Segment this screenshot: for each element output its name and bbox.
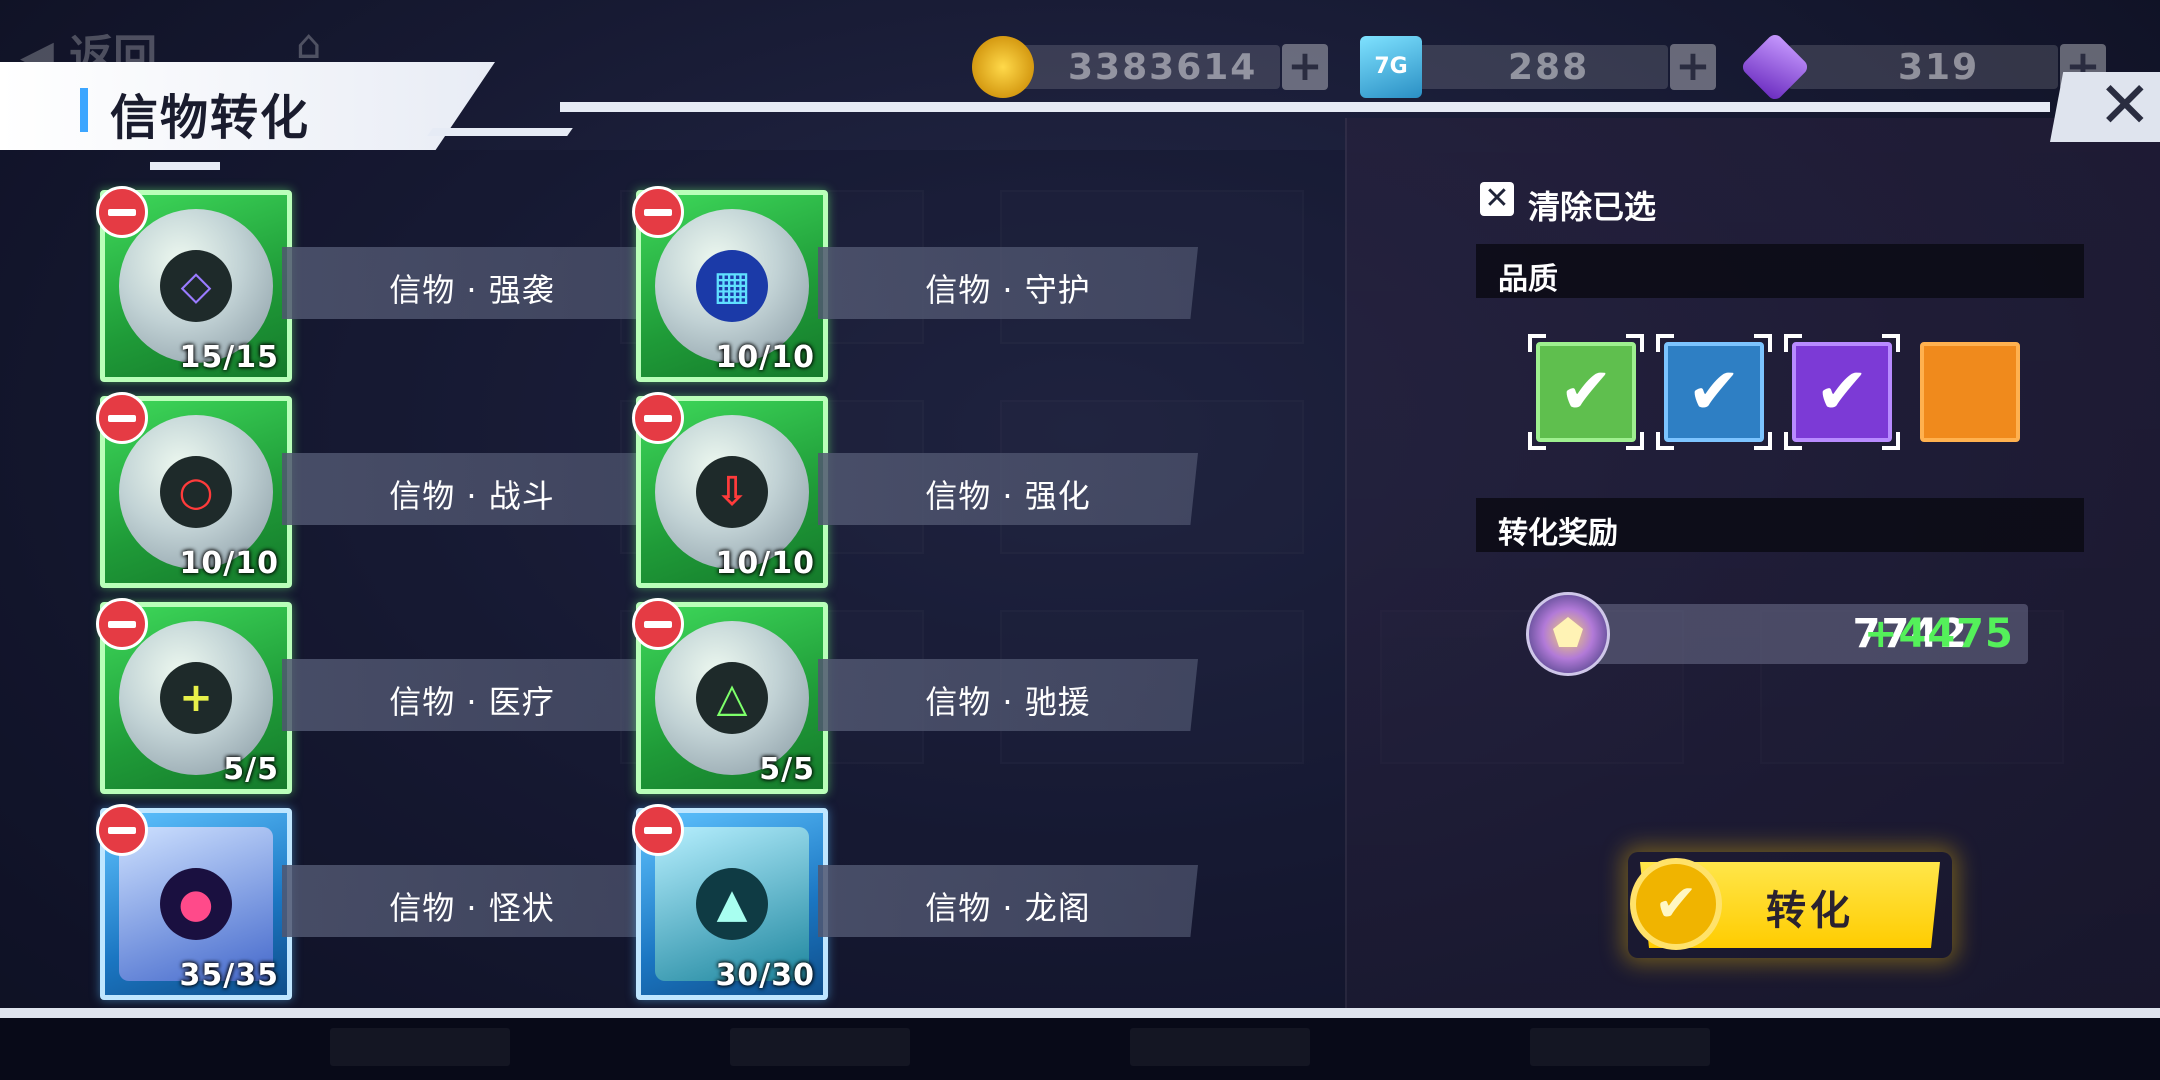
quality-purple-toggle[interactable]: ✔ (1792, 342, 1892, 442)
token-symbol-icon: △ (716, 675, 748, 721)
token-name: 信物 · 龙阁 (925, 889, 1091, 927)
token-symbol-icon: + (179, 675, 213, 721)
token-name: 信物 · 守护 (925, 271, 1091, 309)
header-stripe (560, 102, 2050, 112)
screen: ◀ 返回 ⌂ 3383614 + 7G 288 + 319 + 信物转化 ✕ ◇… (0, 0, 2160, 1080)
remove-button[interactable] (632, 804, 684, 856)
add-gold-button[interactable]: + (1282, 44, 1328, 90)
quality-header: 品质 (1476, 244, 2084, 298)
quality-orange-toggle[interactable] (1920, 342, 2020, 442)
token-name: 信物 · 驰援 (925, 683, 1091, 721)
remove-button[interactable] (632, 186, 684, 238)
check-icon (1920, 342, 2020, 442)
token-symbol-icon: ⇩ (715, 469, 749, 515)
add-card-button[interactable]: + (1670, 44, 1716, 90)
reward-label: 转化奖励 (1498, 516, 1618, 551)
home-icon[interactable]: ⌂ (296, 22, 356, 68)
token-symbol-icon: ○ (178, 469, 214, 515)
token-item[interactable]: ▲ 30/30 信物 · 龙阁 (596, 768, 1198, 1000)
close-button[interactable]: ✕ (2098, 74, 2152, 138)
currency-gold: 3383614 + (970, 36, 1340, 98)
token-symbol-icon: ◇ (180, 263, 212, 309)
clear-checkbox-icon[interactable]: ✕ (1480, 182, 1514, 216)
token-name-bar: 信物 · 强化 (818, 453, 1198, 525)
card-7g-icon: 7G (1360, 36, 1422, 98)
medal-icon (1526, 592, 1610, 676)
remove-button[interactable] (96, 804, 148, 856)
currency-value: 3383614 (1068, 47, 1258, 88)
bottom-stripe (0, 1008, 2160, 1018)
check-icon: ✔ (1559, 355, 1613, 429)
reward-bonus-value: +4475 (1864, 611, 2014, 657)
remove-button[interactable] (632, 598, 684, 650)
token-item[interactable]: △ 5/5 信物 · 驰援 (596, 562, 1198, 794)
currency-card: 7G 288 + (1358, 36, 1728, 98)
token-item[interactable]: ⇩ 10/10 信物 · 强化 (596, 356, 1198, 588)
bottom-bar (0, 1018, 2160, 1080)
token-symbol-icon: ● (178, 881, 214, 927)
clear-selection-label: 清除已选 (1528, 188, 1657, 226)
remove-button[interactable] (632, 392, 684, 444)
token-item[interactable]: + 5/5 信物 · 医疗 (60, 562, 662, 794)
token-name-bar: 信物 · 驰援 (818, 659, 1198, 731)
token-symbol-icon: ▲ (716, 881, 748, 927)
check-icon: ✔ (1815, 355, 1869, 429)
convert-button-label[interactable]: 转化 (1730, 878, 1890, 936)
token-item[interactable]: ◇ 15/15 信物 · 强袭 (60, 150, 662, 382)
page-title: 信物转化 (110, 90, 311, 146)
quality-blue-toggle[interactable]: ✔ (1664, 342, 1764, 442)
bottom-tab (330, 1028, 510, 1066)
bottom-tab (1130, 1028, 1310, 1066)
token-name-bar: 信物 · 守护 (818, 247, 1198, 319)
reward-header: 转化奖励 (1476, 498, 2084, 552)
token-item[interactable]: ○ 10/10 信物 · 战斗 (60, 356, 662, 588)
quality-green-toggle[interactable]: ✔ (1536, 342, 1636, 442)
token-name: 信物 · 强化 (925, 477, 1091, 515)
currency-value: 319 (1898, 47, 1980, 88)
currency-value: 288 (1508, 47, 1590, 88)
header-stripe (427, 128, 573, 136)
token-name-bar: 信物 · 龙阁 (818, 865, 1198, 937)
remove-button[interactable] (96, 392, 148, 444)
token-item[interactable]: ▦ 10/10 信物 · 守护 (596, 150, 1198, 382)
remove-button[interactable] (96, 598, 148, 650)
quality-label: 品质 (1498, 262, 1558, 297)
remove-button[interactable] (96, 186, 148, 238)
token-count: 35/35 (179, 958, 279, 993)
convert-check-icon: ✔ (1630, 858, 1722, 950)
gold-coin-icon (972, 36, 1034, 98)
check-icon: ✔ (1687, 355, 1741, 429)
token-item[interactable]: ● 35/35 信物 · 怪状 (60, 768, 662, 1000)
token-count: 30/30 (715, 958, 815, 993)
bottom-tab (730, 1028, 910, 1066)
title-accent (80, 88, 88, 132)
token-symbol-icon: ▦ (713, 263, 751, 309)
purple-gem-icon (1739, 31, 1811, 103)
bottom-tab (1530, 1028, 1710, 1066)
